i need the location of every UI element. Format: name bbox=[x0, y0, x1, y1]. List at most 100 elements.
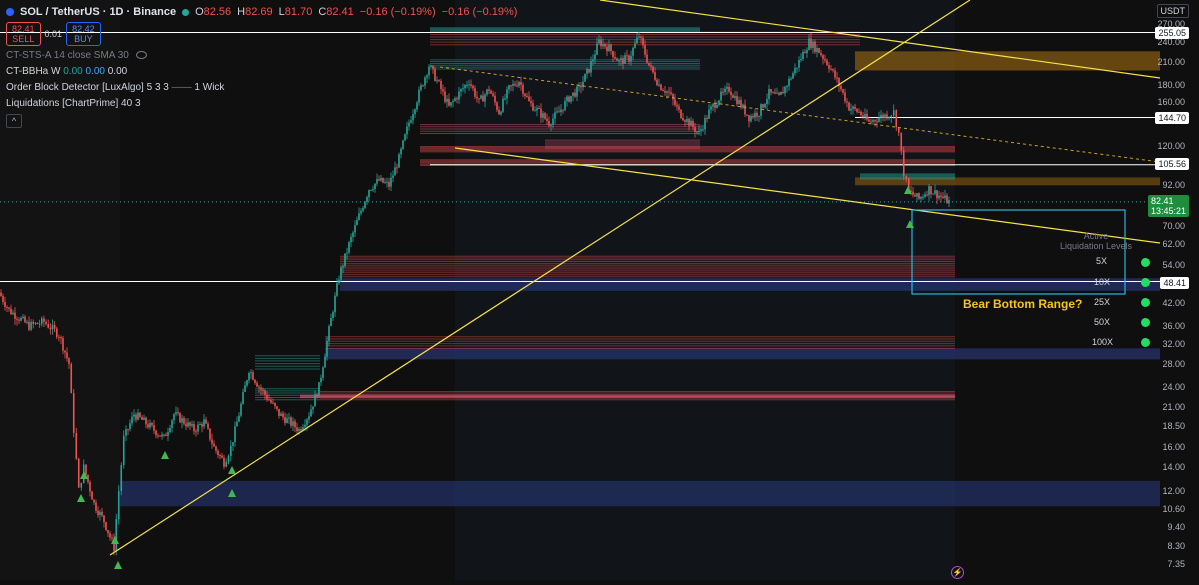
candle-body bbox=[66, 352, 68, 359]
candle-body bbox=[630, 55, 632, 62]
candle-body bbox=[125, 429, 127, 436]
price-axis-tick: 210.00 bbox=[1157, 56, 1185, 67]
candle-body bbox=[328, 326, 330, 341]
candle-body bbox=[744, 104, 746, 115]
currency-selector[interactable]: USDT bbox=[1156, 4, 1189, 18]
candle-body bbox=[754, 112, 756, 118]
candle-body bbox=[660, 84, 662, 91]
candle-body bbox=[566, 96, 568, 102]
candle-body bbox=[95, 502, 97, 511]
candle-body bbox=[390, 177, 392, 187]
candle-body bbox=[4, 301, 6, 307]
candle-body bbox=[812, 41, 814, 48]
candle-body bbox=[948, 200, 950, 204]
candle-body bbox=[360, 210, 362, 214]
candle-body bbox=[338, 279, 340, 284]
candle-body bbox=[183, 418, 185, 424]
candle-body bbox=[304, 424, 306, 428]
candle-body bbox=[806, 49, 808, 54]
price-axis-tick: 160.00 bbox=[1157, 97, 1185, 108]
candle-body bbox=[776, 92, 778, 94]
candle-body bbox=[340, 267, 342, 280]
symbol-title[interactable]: SOL / TetherUS · 1D · Binance bbox=[20, 4, 176, 20]
candle-body bbox=[682, 118, 684, 121]
candle-body bbox=[768, 89, 770, 100]
ohlc-open: O82.56 bbox=[195, 6, 232, 18]
candle-body bbox=[934, 190, 936, 194]
bbha-value-1: 0.00 bbox=[63, 66, 83, 77]
candle-body bbox=[670, 92, 672, 95]
candle-body bbox=[240, 403, 242, 416]
candle-body bbox=[708, 109, 710, 119]
candle-body bbox=[916, 193, 918, 197]
candle-body bbox=[634, 43, 636, 48]
candle-body bbox=[254, 379, 256, 383]
candle-body bbox=[268, 399, 270, 401]
lightning-icon[interactable]: ⚡ bbox=[951, 566, 964, 579]
candle-body bbox=[808, 38, 810, 50]
candle-body bbox=[223, 457, 225, 467]
candle-body bbox=[330, 317, 332, 327]
sell-button[interactable]: 82.41 SELL bbox=[6, 22, 41, 46]
candle-body bbox=[227, 456, 230, 462]
candle-body bbox=[604, 43, 606, 47]
candle-body bbox=[191, 424, 193, 426]
eye-hidden-icon[interactable] bbox=[135, 51, 147, 60]
trade-buttons: 82.41 SELL 0.01 82.42 BUY bbox=[6, 22, 517, 46]
candle-body bbox=[570, 95, 572, 102]
candle-body bbox=[6, 306, 8, 308]
candle-body bbox=[38, 323, 41, 325]
candle-body bbox=[532, 103, 534, 111]
candle-body bbox=[107, 530, 109, 534]
candle-body bbox=[900, 132, 903, 151]
candle-body bbox=[250, 372, 252, 374]
indicator-liquidations[interactable]: Liquidations [ChartPrime] 40 3 bbox=[6, 96, 517, 112]
candle-body bbox=[105, 522, 107, 531]
candle-body bbox=[888, 117, 890, 119]
price-axis-tick: 16.00 bbox=[1162, 442, 1185, 453]
candle-body bbox=[714, 104, 716, 108]
candle-body bbox=[626, 55, 628, 57]
candle-body bbox=[306, 419, 308, 425]
candle-body bbox=[34, 322, 37, 324]
candle-body bbox=[756, 112, 758, 117]
candle-body bbox=[750, 115, 752, 122]
candle-body bbox=[181, 418, 183, 423]
collapse-legend-button[interactable]: ^ bbox=[6, 114, 22, 128]
candle-body bbox=[734, 96, 736, 98]
candle-body bbox=[161, 434, 163, 437]
buy-button[interactable]: 82.42 BUY bbox=[66, 22, 101, 46]
candle-body bbox=[298, 428, 300, 432]
candle-body bbox=[772, 92, 774, 94]
candle-body bbox=[872, 120, 874, 122]
candle-body bbox=[946, 195, 948, 204]
candle-body bbox=[213, 443, 215, 447]
candle-body bbox=[36, 322, 39, 325]
candle-body bbox=[141, 417, 143, 420]
candle-body bbox=[584, 73, 586, 82]
candle-body bbox=[640, 36, 642, 38]
indicator-order-block[interactable]: Order Block Detector [LuxAlgo] 5 3 3 —— … bbox=[6, 80, 517, 96]
candle-body bbox=[938, 195, 940, 199]
indicator-sts[interactable]: CT-STS-A 14 close SMA 30 bbox=[6, 48, 517, 64]
indicator-bbha[interactable]: CT-BBHa W 0.00 0.00 0.00 bbox=[6, 64, 517, 80]
candle-body bbox=[382, 177, 384, 183]
candle-body bbox=[139, 412, 141, 418]
symbol-icon bbox=[6, 8, 14, 16]
candle-body bbox=[600, 39, 602, 47]
candle-body bbox=[592, 59, 594, 62]
candle-body bbox=[396, 167, 398, 169]
candle-body bbox=[852, 106, 854, 109]
candle-body bbox=[290, 417, 292, 426]
bear-bottom-annotation[interactable]: Bear Bottom Range? bbox=[963, 297, 1082, 311]
candle-body bbox=[804, 51, 806, 54]
candle-body bbox=[628, 55, 630, 62]
candle-body bbox=[518, 82, 520, 86]
orange-zone-210 bbox=[855, 51, 1160, 71]
liq-status-dot-100x bbox=[1141, 338, 1150, 347]
last-price: 82.41 bbox=[1150, 196, 1174, 206]
candle-body bbox=[918, 193, 920, 199]
candle-body bbox=[848, 102, 850, 111]
candle-body bbox=[658, 84, 660, 86]
price-tag-255: 255.05 bbox=[1155, 27, 1189, 39]
